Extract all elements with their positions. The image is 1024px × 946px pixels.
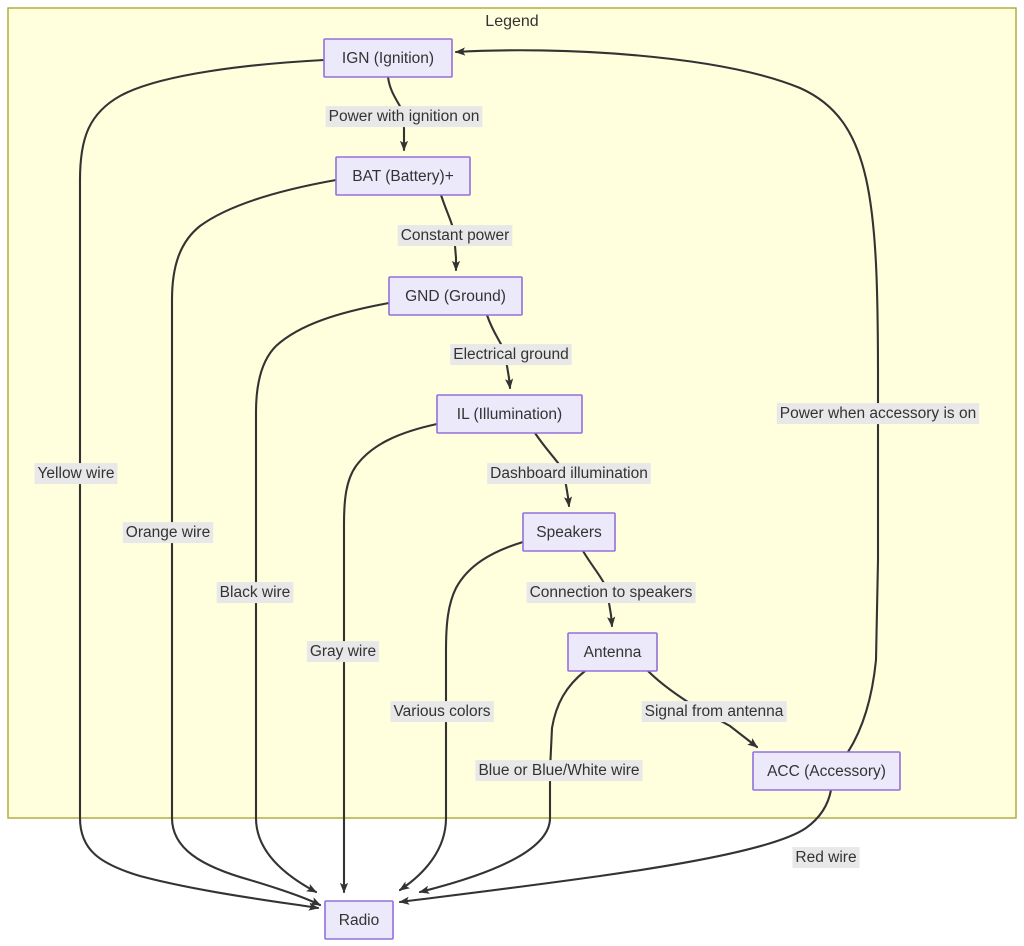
node-label-antenna: Antenna bbox=[584, 644, 642, 661]
edge-label-text: Signal from antenna bbox=[645, 703, 784, 720]
edge-label-e-gnd-radio: Black wire bbox=[216, 582, 294, 604]
edge-label-text: Yellow wire bbox=[38, 465, 115, 482]
edge-label-e-speakers-ant: Connection to speakers bbox=[526, 582, 696, 604]
node-label-speakers: Speakers bbox=[536, 524, 602, 541]
edge-label-text: Black wire bbox=[220, 584, 291, 601]
edge-label-text: Connection to speakers bbox=[530, 584, 693, 601]
edge-label-e-antenna-radio: Blue or Blue/White wire bbox=[475, 760, 643, 782]
edge-label-e-acc-ign: Power when accessory is on bbox=[776, 403, 980, 425]
node-speakers[interactable]: Speakers bbox=[522, 512, 616, 552]
diagram-canvas: Legend IGN (Ignition) BAT (Battery)+ GND (… bbox=[0, 0, 1024, 946]
node-il[interactable]: IL (Illumination) bbox=[436, 394, 583, 434]
node-label-ign: IGN (Ignition) bbox=[342, 50, 434, 67]
edge-label-e-ign-radio: Yellow wire bbox=[34, 463, 118, 485]
edge-label-text: Electrical ground bbox=[453, 346, 568, 363]
node-acc[interactable]: ACC (Accessory) bbox=[752, 751, 901, 791]
edge-label-text: Dashboard illumination bbox=[490, 465, 648, 482]
edge-label-text: Gray wire bbox=[310, 643, 376, 660]
node-label-bat: BAT (Battery)+ bbox=[352, 168, 454, 185]
node-label-gnd: GND (Ground) bbox=[405, 288, 506, 305]
node-ign[interactable]: IGN (Ignition) bbox=[323, 38, 453, 78]
legend-title: Legend bbox=[485, 13, 538, 30]
edge-label-e-gnd-il: Electrical ground bbox=[450, 344, 572, 366]
node-gnd[interactable]: GND (Ground) bbox=[388, 276, 523, 316]
edge-label-text: Various colors bbox=[393, 703, 490, 720]
node-bat[interactable]: BAT (Battery)+ bbox=[335, 156, 471, 196]
node-antenna[interactable]: Antenna bbox=[567, 632, 658, 672]
edge-label-e-ant-acc: Signal from antenna bbox=[641, 701, 787, 723]
edge-label-e-il-speakers: Dashboard illumination bbox=[487, 463, 651, 485]
node-label-radio: Radio bbox=[339, 912, 380, 929]
node-label-acc: ACC (Accessory) bbox=[767, 763, 886, 780]
flowchart-svg: Legend IGN (Ignition) BAT (Battery)+ GND (… bbox=[7, 7, 1017, 940]
edge-label-e-bat-radio: Orange wire bbox=[122, 522, 214, 544]
edge-label-e-bat-gnd: Constant power bbox=[397, 225, 513, 247]
edge-label-e-speakers-radio: Various colors bbox=[390, 701, 494, 723]
edge-label-e-ign-bat: Power with ignition on bbox=[325, 106, 483, 128]
edge-label-text: Blue or Blue/White wire bbox=[478, 762, 639, 779]
edge-label-text: Power with ignition on bbox=[329, 108, 480, 125]
edge-label-text: Power when accessory is on bbox=[780, 405, 976, 422]
node-label-il: IL (Illumination) bbox=[457, 406, 562, 423]
edge-label-e-il-radio: Gray wire bbox=[306, 641, 380, 663]
edge-label-text: Orange wire bbox=[126, 524, 210, 541]
edge-label-e-acc-radio: Red wire bbox=[792, 847, 860, 869]
edge-label-text: Red wire bbox=[795, 849, 856, 866]
edge-label-text: Constant power bbox=[401, 227, 510, 244]
node-radio[interactable]: Radio bbox=[324, 900, 394, 940]
